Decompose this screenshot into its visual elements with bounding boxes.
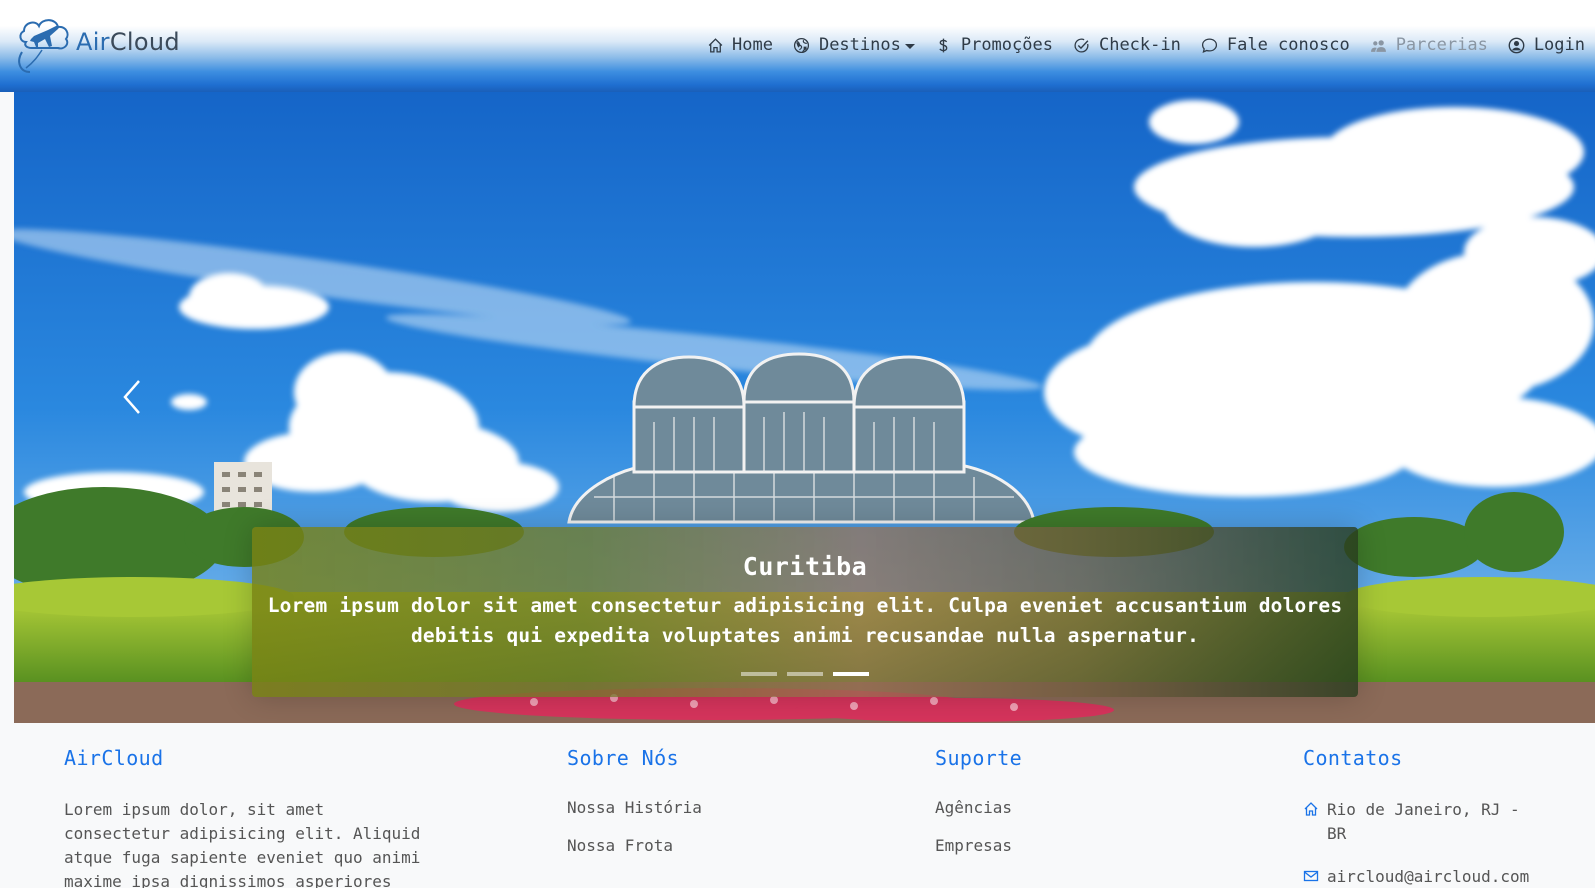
nav-login-label: Login [1533,35,1585,55]
main-nav: Home Destinos Promoções Check-in Fale co… [696,32,1595,58]
footer-suporte-title: Suporte [935,746,1023,770]
person-circle-icon [1508,36,1526,54]
envelope-icon [1303,868,1319,888]
footer-about: AirCloud Lorem ipsum dolor, sit amet con… [64,723,434,888]
nav-destinos-label: Destinos [818,35,901,55]
nav-fale-conosco[interactable]: Fale conosco [1191,32,1360,58]
home-icon [706,36,724,54]
footer-link-nossa-frota[interactable]: Nossa Frota [567,836,827,855]
carousel-next-button[interactable] [1447,367,1507,427]
navbar: AirCloud Home Destinos Promoções Check-i… [0,0,1595,92]
home-icon [1303,801,1319,846]
dollar-icon [935,36,953,54]
nav-parcerias-label: Parcerias [1395,35,1488,55]
caption-text: Lorem ipsum dolor sit amet consectetur a… [267,594,1343,647]
caption-title: Curitiba [742,552,868,581]
brand-name-cloud: Cloud [109,28,180,56]
footer-about-title: AirCloud [64,746,164,770]
footer-address-text: Rio de Janeiro, RJ - BR [1327,800,1520,843]
carousel-prev-button[interactable] [102,367,162,427]
footer-suporte: Suporte Agências Empresas [935,723,1195,874]
footer-email-text: aircloud@aircloud.com [1327,867,1530,886]
hero-carousel: Curitiba Lorem ipsum dolor sit amet cons… [14,92,1595,723]
brand-logo[interactable]: AirCloud [12,12,180,78]
footer-sobre-title: Sobre Nós [567,746,679,770]
carousel-indicator-1[interactable] [740,672,777,676]
chevron-right-icon [1469,380,1486,414]
brand-name: AirCloud [76,28,180,56]
nav-promocoes[interactable]: Promoções [925,32,1063,58]
chevron-left-icon [123,380,140,414]
carousel-indicators [14,672,1595,676]
carousel-indicator-2[interactable] [786,672,823,676]
cloud-plane-logo-icon [18,19,69,73]
nav-login[interactable]: Login [1498,32,1595,58]
footer-sobre: Sobre Nós Nossa História Nossa Frota [567,723,827,874]
globe-icon [793,36,811,54]
chat-icon [1201,36,1219,54]
nav-parcerias: Parcerias [1360,32,1498,58]
nav-home[interactable]: Home [696,32,783,58]
nav-checkin[interactable]: Check-in [1063,32,1191,58]
nav-checkin-label: Check-in [1098,35,1181,55]
nav-promocoes-label: Promoções [960,35,1053,55]
carousel-indicator-3[interactable] [832,672,869,676]
footer-link-nossa-historia[interactable]: Nossa História [567,798,827,817]
check-circle-icon [1073,36,1091,54]
nav-destinos-dropdown[interactable]: Destinos [783,32,925,58]
footer-email[interactable]: aircloud@aircloud.com [1303,865,1563,888]
footer: AirCloud Lorem ipsum dolor, sit amet con… [0,723,1595,888]
footer-about-text: Lorem ipsum dolor, sit amet consectetur … [64,800,421,888]
nav-fale-conosco-label: Fale conosco [1226,35,1350,55]
nav-home-label: Home [732,35,773,55]
caret-down-icon [904,43,915,49]
brand-name-air: Air [76,28,110,56]
footer-contatos-title: Contatos [1303,746,1403,770]
footer-address: Rio de Janeiro, RJ - BR [1303,798,1563,846]
footer-link-empresas[interactable]: Empresas [935,836,1195,855]
footer-contatos: Contatos Rio de Janeiro, RJ - BR airclou… [1303,723,1563,888]
footer-link-agencias[interactable]: Agências [935,798,1195,817]
people-icon [1370,36,1388,54]
